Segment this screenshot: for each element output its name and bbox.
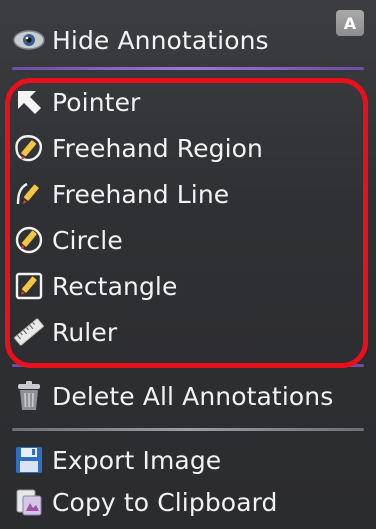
pointer-arrow-icon: [12, 85, 46, 119]
pointer-tool-item[interactable]: Pointer: [12, 80, 368, 124]
freehand-line-tool-item[interactable]: Freehand Line: [12, 172, 368, 216]
freehand-line-icon: [12, 177, 46, 211]
circle-label: Circle: [52, 225, 123, 255]
rectangle-label: Rectangle: [52, 271, 178, 301]
freehand-region-icon: [12, 131, 46, 165]
circle-pencil-icon: [12, 223, 46, 257]
hide-annotations-item[interactable]: Hide Annotations: [12, 18, 368, 62]
separator-top: [12, 67, 364, 70]
rectangle-pencil-icon: [12, 269, 46, 303]
freehand-region-label: Freehand Region: [52, 133, 263, 163]
freehand-region-tool-item[interactable]: Freehand Region: [12, 126, 368, 170]
rectangle-tool-item[interactable]: Rectangle: [12, 264, 368, 308]
copy-to-clipboard-label: Copy to Clipboard: [52, 487, 278, 517]
eye-icon: [12, 23, 46, 57]
ruler-label: Ruler: [52, 317, 118, 347]
save-disk-icon: [12, 443, 46, 477]
export-image-item[interactable]: Export Image: [12, 438, 368, 482]
trash-icon: [12, 379, 46, 413]
shortcut-key-badge: A: [336, 10, 364, 36]
ruler-tool-item[interactable]: Ruler: [12, 310, 368, 354]
delete-all-annotations-item[interactable]: Delete All Annotations: [12, 374, 368, 418]
delete-all-annotations-label: Delete All Annotations: [52, 381, 334, 411]
ruler-icon: [12, 315, 46, 349]
separator-middle: [12, 364, 364, 367]
pointer-label: Pointer: [52, 87, 141, 117]
circle-tool-item[interactable]: Circle: [12, 218, 368, 262]
copy-to-clipboard-item[interactable]: Copy to Clipboard: [12, 480, 368, 524]
annotation-context-menu: Hide Annotations A Pointer Freehand Regi…: [0, 0, 376, 529]
hide-annotations-label: Hide Annotations: [52, 25, 269, 55]
separator-bottom: [12, 428, 364, 431]
clipboard-copy-icon: [12, 485, 46, 519]
freehand-line-label: Freehand Line: [52, 179, 230, 209]
export-image-label: Export Image: [52, 445, 222, 475]
